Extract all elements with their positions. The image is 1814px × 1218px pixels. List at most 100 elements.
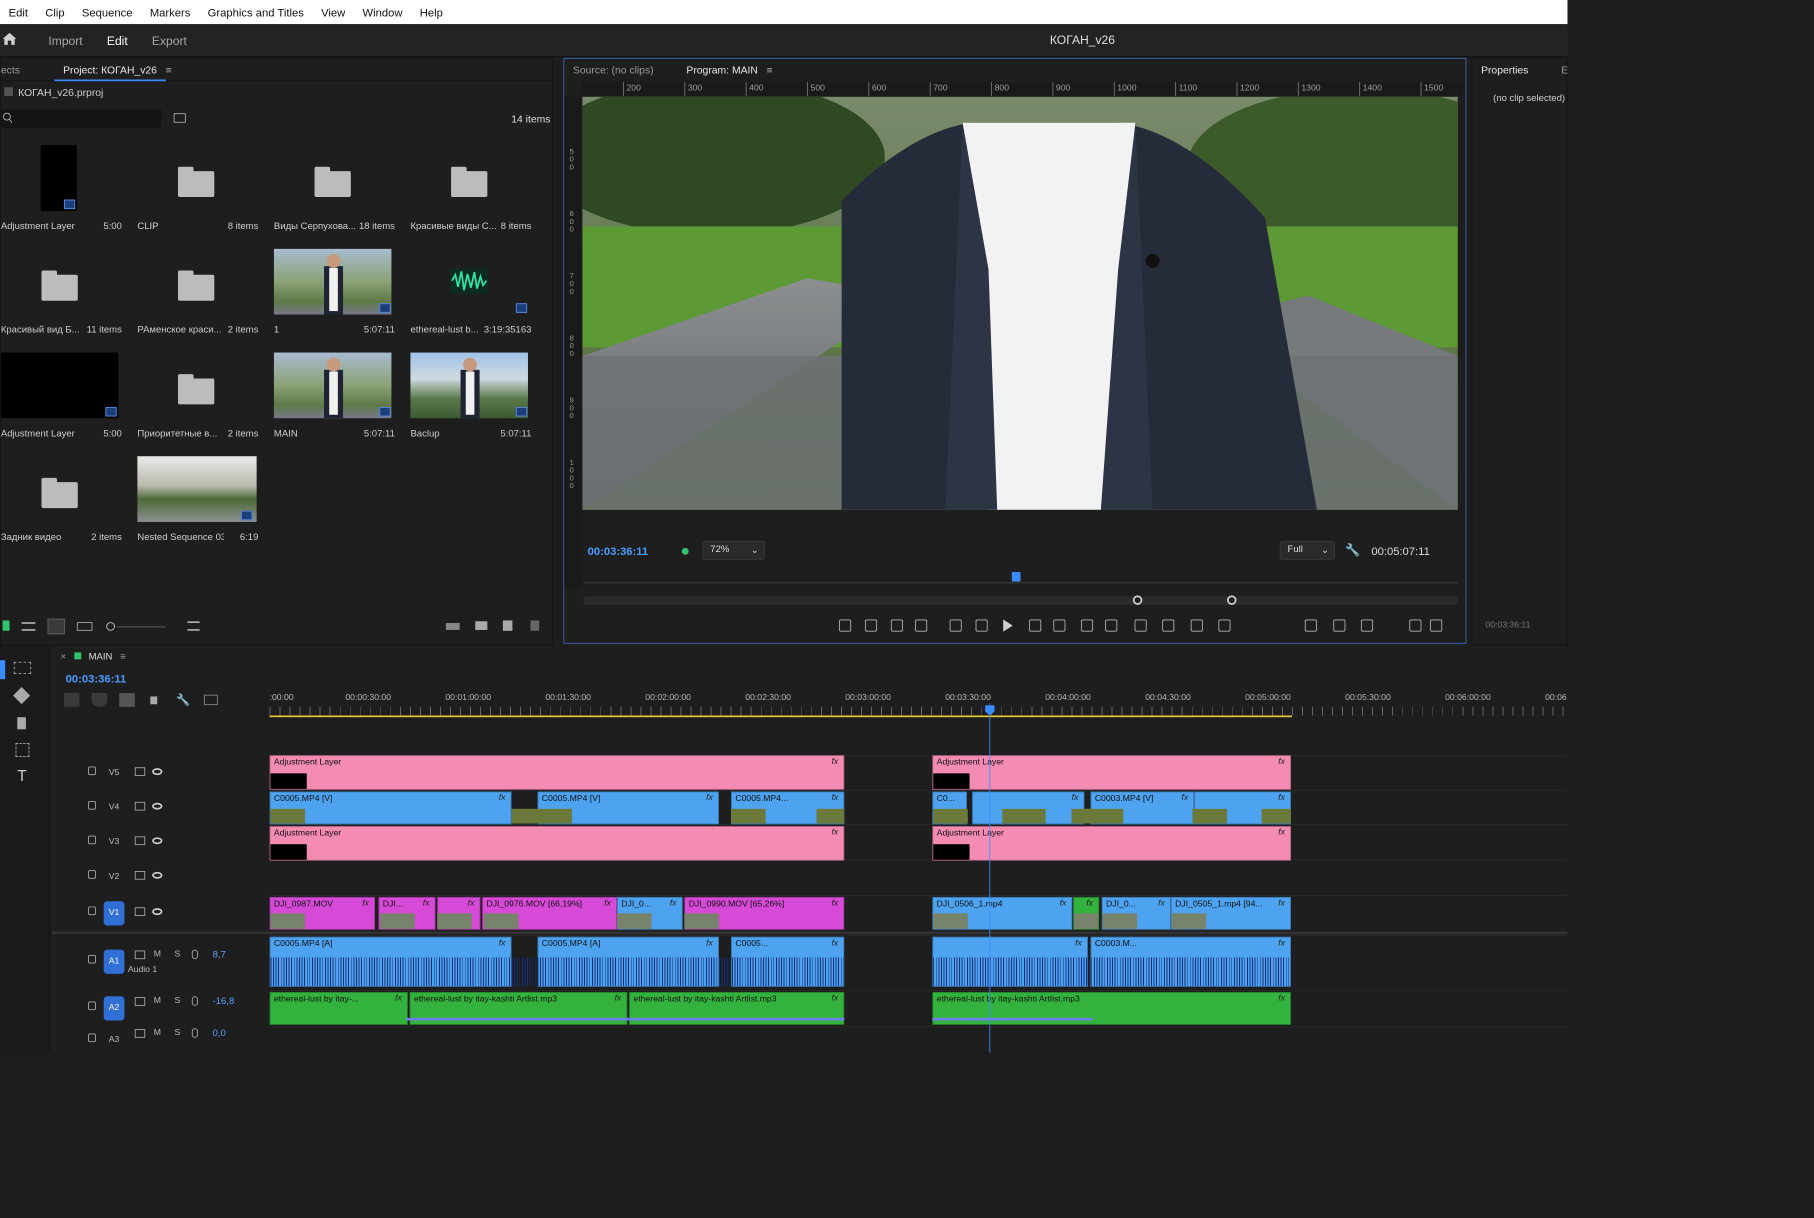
quality-dropdown[interactable]: Full ⌄ <box>1279 540 1336 560</box>
sync-lock-icon[interactable] <box>134 801 146 811</box>
overflow-icon[interactable] <box>1409 619 1422 632</box>
timeline-ruler[interactable]: :00:00 00:00:30:00 00:01:00:00 00:01:30:00 0… <box>269 690 1568 719</box>
lock-icon[interactable] <box>88 1001 96 1011</box>
captions-icon[interactable] <box>203 694 218 706</box>
sync-lock-icon[interactable] <box>134 950 146 960</box>
eye-icon[interactable] <box>152 908 163 916</box>
project-item[interactable]: Nested Sequence 03 6:19 <box>137 456 267 551</box>
overwrite-icon[interactable] <box>1162 619 1175 632</box>
tab-edit[interactable]: Edit <box>95 33 140 47</box>
pen-tool-icon[interactable] <box>17 717 26 730</box>
menu-window[interactable]: Window <box>354 6 411 19</box>
project-item[interactable]: Красивый вид Б... 11 items <box>1 249 131 344</box>
timeline-clip[interactable]: ethereal-lust by itay-... fx <box>269 991 408 1025</box>
sort-icon[interactable] <box>187 621 200 631</box>
track-volume[interactable]: 8,7 <box>213 950 226 960</box>
sync-lock-icon[interactable] <box>134 1029 146 1038</box>
zoom-bar-handle-right[interactable] <box>1227 595 1237 605</box>
solo-button[interactable]: S <box>175 996 181 1006</box>
timeline-clip[interactable]: Adjustment Layer fx <box>932 755 1291 790</box>
track-label[interactable]: A1 <box>103 949 125 974</box>
timeline-clip[interactable]: C0005.MP4 [V] fx <box>269 791 512 825</box>
add-marker-icon[interactable] <box>839 619 852 632</box>
tab-export[interactable]: Export <box>140 33 199 47</box>
microphone-icon[interactable] <box>191 996 198 1006</box>
panel-menu-icon[interactable]: ≡ <box>166 64 172 76</box>
mute-button[interactable]: M <box>154 1028 161 1038</box>
track-label[interactable]: V5 <box>104 766 125 780</box>
lift-icon[interactable] <box>1190 619 1203 632</box>
project-item[interactable]: РАменское краси... 2 items <box>137 249 267 344</box>
track-label[interactable]: A2 <box>103 996 125 1021</box>
solo-button[interactable]: S <box>175 950 181 960</box>
work-area-bar[interactable] <box>269 715 1292 718</box>
new-item-icon[interactable] <box>502 620 513 631</box>
go-to-out-icon[interactable] <box>1053 619 1066 632</box>
zoom-slider-track[interactable] <box>116 626 166 628</box>
pencil-icon[interactable] <box>2 620 10 631</box>
mute-button[interactable]: M <box>154 950 161 960</box>
zoom-slider-handle[interactable] <box>106 622 115 631</box>
program-timecode[interactable]: 00:03:36:11 <box>588 544 649 557</box>
tab-import[interactable]: Import <box>36 33 94 47</box>
settings-icon[interactable] <box>1360 619 1374 632</box>
eye-icon[interactable] <box>152 837 163 845</box>
track-volume[interactable]: -16,8 <box>213 996 235 1006</box>
program-menu-icon[interactable]: ≡ <box>767 64 773 76</box>
new-bin-icon[interactable] <box>173 113 186 123</box>
timeline-clip[interactable]: Adjustment Layer fx <box>932 826 1291 861</box>
tab-effects-partial[interactable]: ects <box>1 64 29 76</box>
tab-project[interactable]: Project: КОГАН_v26 <box>54 58 166 81</box>
mute-button[interactable]: M <box>154 996 161 1006</box>
lock-icon[interactable] <box>88 1033 96 1043</box>
menu-graphics[interactable]: Graphics and Titles <box>199 6 312 19</box>
track-select-tool-icon[interactable] <box>13 661 32 674</box>
project-item[interactable]: MAIN 5:07:11 <box>273 352 404 448</box>
menu-markers[interactable]: Markers <box>141 6 199 19</box>
track-label[interactable]: V4 <box>104 801 125 815</box>
eye-icon[interactable] <box>152 871 163 879</box>
video-frame[interactable] <box>582 96 1458 510</box>
freeform-view-icon[interactable] <box>76 622 93 631</box>
timeline-timecode[interactable]: 00:03:36:11 <box>66 672 127 685</box>
type-tool-icon[interactable]: T <box>17 767 27 785</box>
eye-icon[interactable] <box>152 768 163 776</box>
playhead-line[interactable] <box>989 703 991 1053</box>
track-lane[interactable] <box>269 1026 1568 1053</box>
lock-icon[interactable] <box>88 835 96 845</box>
zoom-dropdown[interactable]: 72% ⌄ <box>702 540 765 560</box>
project-item[interactable]: CLIP 8 items <box>137 145 267 240</box>
timeline-tab[interactable]: × MAIN ≡ <box>60 652 125 662</box>
wrench-icon[interactable]: 🔧 <box>1345 543 1360 558</box>
sync-lock-icon[interactable] <box>134 871 146 880</box>
track-label[interactable]: V3 <box>104 836 125 850</box>
lock-icon[interactable] <box>88 870 96 879</box>
trash-icon[interactable] <box>530 620 540 631</box>
project-item[interactable]: Adjustment Layer 5:00 <box>0 352 131 448</box>
track-label[interactable]: A3 <box>104 1033 125 1047</box>
settings-wrench-icon[interactable]: 🔧 <box>176 693 190 707</box>
marker-icon[interactable] <box>864 619 878 632</box>
project-item[interactable]: Baclup 5:07:11 <box>410 352 540 448</box>
volume-keyframe-line[interactable] <box>406 1017 845 1021</box>
marker-icon[interactable] <box>150 696 158 705</box>
timeline-clip[interactable]: Adjustment Layer fx <box>269 755 845 790</box>
menu-help[interactable]: Help <box>411 6 451 19</box>
microphone-icon[interactable] <box>191 1028 198 1038</box>
program-zoom-bar[interactable] <box>583 596 1458 605</box>
insert-icon[interactable] <box>1134 619 1147 632</box>
tab-source[interactable]: Source: (no clips) <box>564 64 662 76</box>
tab-program[interactable]: Program: MAIN <box>678 64 767 76</box>
zoom-bar-handle-left[interactable] <box>1132 595 1143 605</box>
add-button-icon[interactable] <box>1430 619 1443 632</box>
export-frame-icon[interactable] <box>1333 619 1346 632</box>
menu-sequence[interactable]: Sequence <box>73 6 141 19</box>
lock-icon[interactable] <box>88 906 96 916</box>
track-volume[interactable]: 0,0 <box>213 1028 226 1038</box>
automate-icon[interactable] <box>445 623 460 630</box>
menu-view[interactable]: View <box>312 6 353 19</box>
go-to-in-icon[interactable] <box>949 619 962 632</box>
track-lane[interactable] <box>269 858 1568 894</box>
razor-tool-icon[interactable] <box>13 687 31 705</box>
sync-lock-icon[interactable] <box>134 767 146 776</box>
